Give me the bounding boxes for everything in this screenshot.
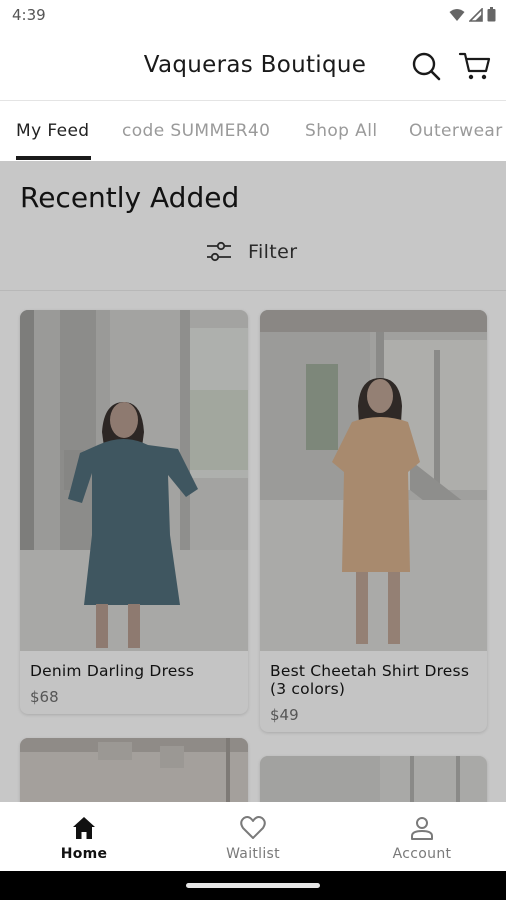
filter-button[interactable]: Filter bbox=[206, 239, 297, 265]
category-tabs: My Feed code SUMMER40 Shop All Outerwear bbox=[0, 100, 506, 161]
product-card[interactable]: Denim Darling Dress $68 bbox=[20, 310, 248, 714]
signal-icon bbox=[469, 7, 483, 22]
app-header: Vaqueras Boutique bbox=[0, 32, 506, 100]
status-icons bbox=[449, 7, 496, 22]
divider bbox=[0, 290, 506, 291]
tab-code-summer40[interactable]: code SUMMER40 bbox=[122, 121, 270, 141]
active-tab-indicator bbox=[16, 156, 91, 160]
system-navigation-bar bbox=[0, 871, 506, 900]
product-name: Best Cheetah Shirt Dress (3 colors) bbox=[270, 662, 470, 698]
nav-account[interactable]: Account bbox=[338, 802, 506, 871]
product-image bbox=[20, 738, 248, 802]
section-title: Recently Added bbox=[20, 181, 240, 214]
heart-icon bbox=[240, 816, 266, 839]
product-image bbox=[260, 756, 487, 802]
tab-outerwear[interactable]: Outerwear bbox=[409, 121, 503, 141]
feed: Recently Added Filter Denim Darling Dres… bbox=[0, 161, 506, 802]
nav-waitlist-label: Waitlist bbox=[226, 846, 280, 862]
filter-label: Filter bbox=[248, 241, 298, 263]
home-gesture-handle[interactable] bbox=[186, 883, 320, 888]
home-icon bbox=[73, 817, 95, 839]
nav-home[interactable]: Home bbox=[0, 802, 168, 871]
nav-account-label: Account bbox=[392, 846, 452, 862]
product-image bbox=[20, 310, 248, 651]
tab-shop-all[interactable]: Shop All bbox=[305, 121, 377, 141]
product-name: Denim Darling Dress bbox=[30, 662, 195, 680]
search-icon[interactable] bbox=[410, 50, 442, 82]
status-time: 4:39 bbox=[12, 6, 46, 24]
filter-icon bbox=[207, 241, 231, 262]
product-image bbox=[260, 310, 487, 651]
nav-home-label: Home bbox=[60, 846, 108, 862]
nav-waitlist[interactable]: Waitlist bbox=[169, 802, 337, 871]
product-price: $49 bbox=[270, 706, 299, 724]
cart-icon[interactable] bbox=[458, 50, 492, 82]
wifi-icon bbox=[449, 8, 465, 21]
status-bar: 4:39 bbox=[0, 0, 506, 32]
battery-icon bbox=[487, 7, 496, 22]
product-card[interactable]: Best Cheetah Shirt Dress (3 colors) $49 bbox=[260, 310, 487, 732]
product-card[interactable] bbox=[260, 756, 487, 802]
bottom-navigation: Home Waitlist Account bbox=[0, 802, 506, 871]
account-icon bbox=[411, 817, 433, 840]
product-price: $68 bbox=[30, 688, 59, 706]
tab-my-feed[interactable]: My Feed bbox=[16, 121, 90, 141]
product-card[interactable] bbox=[20, 738, 248, 802]
